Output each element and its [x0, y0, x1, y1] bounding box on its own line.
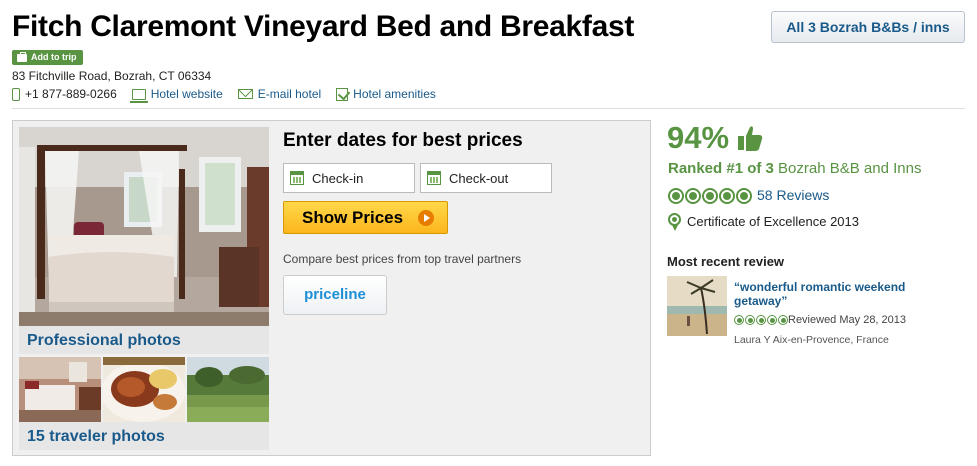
hotel-title: Fitch Claremont Vineyard Bed and Breakfa…: [12, 10, 635, 43]
phone-icon: [12, 87, 20, 101]
suitcase-icon: [17, 51, 27, 62]
show-prices-label: Show Prices: [302, 207, 404, 227]
professional-photos-link[interactable]: Professional photos: [27, 332, 181, 350]
ranking-prefix: Ranked #1 of 3: [668, 160, 774, 177]
main-hotel-photo[interactable]: [19, 127, 269, 326]
phone-item: +1 877-889-0266: [12, 87, 117, 101]
hotel-address: 83 Fitchville Road, Bozrah, CT 06334: [12, 69, 212, 83]
bedroom-thumb-image: [19, 357, 101, 422]
traveler-photo-thumb[interactable]: [103, 357, 185, 422]
rating-bubbles: [668, 188, 752, 204]
rating-bubble: [736, 188, 752, 204]
dates-heading: Enter dates for best prices: [283, 130, 523, 151]
envelope-icon: [237, 89, 253, 99]
vineyard-thumb-image: [187, 357, 269, 422]
all-bnbs-button[interactable]: All 3 Bozrah B&Bs / inns: [771, 11, 965, 43]
thumbs-up-icon: [738, 126, 763, 151]
website-label[interactable]: Hotel website: [151, 87, 223, 101]
reviews-count-link[interactable]: 58 Reviews: [757, 187, 829, 203]
checkin-field[interactable]: Check-in: [283, 163, 415, 193]
rating-bubble: [685, 188, 701, 204]
rating-bubble: [734, 315, 744, 325]
compare-text: Compare best prices from top travel part…: [283, 252, 522, 266]
rating-bubble: [719, 188, 735, 204]
calendar-icon: [290, 171, 304, 185]
review-title-link[interactable]: “wonderful romantic weekend getaway”: [734, 280, 934, 308]
rating-bubble: [702, 188, 718, 204]
add-to-trip-button[interactable]: Add to trip: [12, 50, 83, 65]
review-date: Reviewed May 28, 2013: [788, 314, 907, 326]
ranking-text[interactable]: Ranked #1 of 3 Bozrah B&B and Inns: [668, 160, 921, 177]
rating-bubble: [668, 188, 684, 204]
email-link[interactable]: E-mail hotel: [237, 87, 321, 101]
amenities-label[interactable]: Hotel amenities: [353, 87, 436, 101]
email-label[interactable]: E-mail hotel: [258, 87, 321, 101]
ranking-suffix: Bozrah B&B and Inns: [773, 160, 922, 177]
checkin-placeholder: Check-in: [312, 170, 364, 186]
checkout-field[interactable]: Check-out: [420, 163, 552, 193]
website-link[interactable]: Hotel website: [129, 87, 223, 103]
contact-row: +1 877-889-0266 Hotel website E-mail hot…: [12, 87, 451, 103]
calendar-icon: [427, 171, 441, 185]
rating-bubble: [778, 315, 788, 325]
review-rating-bubbles: [734, 315, 788, 325]
recent-review-heading: Most recent review: [667, 254, 785, 269]
arrow-right-icon: [418, 210, 434, 226]
traveler-photo-thumb[interactable]: [19, 357, 101, 422]
checkout-placeholder: Check-out: [449, 170, 509, 186]
checklist-icon: [336, 87, 349, 101]
recommend-percent: 94%: [667, 120, 730, 155]
beach-photo-image: [667, 276, 727, 336]
monitor-icon: [129, 88, 148, 103]
amenities-link[interactable]: Hotel amenities: [336, 87, 436, 101]
bedroom-photo-image: [19, 127, 269, 326]
phone-number: +1 877-889-0266: [25, 87, 117, 101]
traveler-photo-thumb[interactable]: [187, 357, 269, 422]
traveler-photos-link[interactable]: 15 traveler photos: [27, 428, 165, 446]
divider: [12, 108, 965, 109]
breakfast-thumb-image: [103, 357, 185, 422]
priceline-partner-button[interactable]: priceline: [283, 275, 387, 315]
certificate-text: Certificate of Excellence 2013: [687, 214, 859, 229]
rating-bubble: [767, 315, 777, 325]
add-to-trip-label: Add to trip: [31, 52, 77, 62]
rating-bubble: [745, 315, 755, 325]
show-prices-button[interactable]: Show Prices: [283, 201, 448, 234]
reviewer-name: Laura Y Aix-en-Provence, France: [734, 334, 889, 346]
certificate-badge-icon: [668, 213, 681, 231]
rating-bubble: [756, 315, 766, 325]
reviewer-photo[interactable]: [667, 276, 727, 336]
